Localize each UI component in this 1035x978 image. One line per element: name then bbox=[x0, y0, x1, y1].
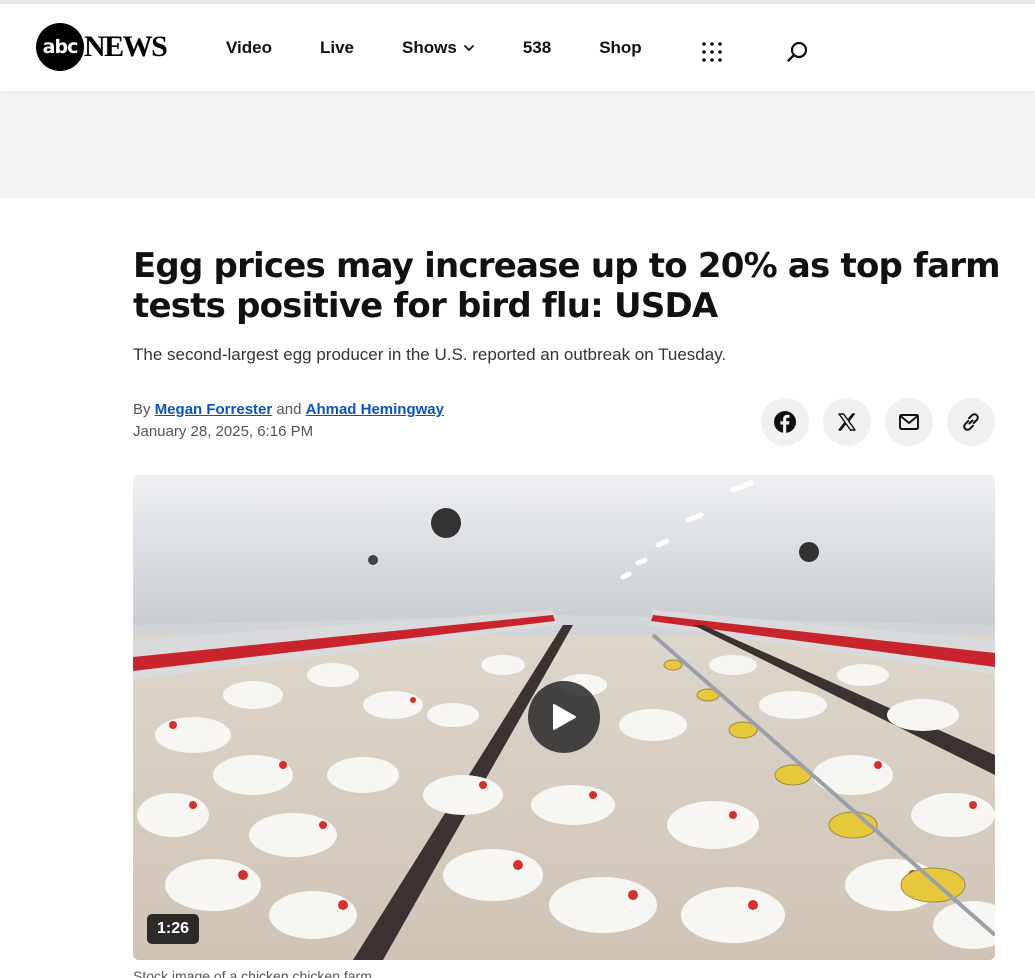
play-button[interactable] bbox=[528, 681, 600, 753]
nav-shows-label: Shows bbox=[402, 37, 457, 57]
share-facebook-button[interactable] bbox=[761, 398, 809, 446]
share-x-button[interactable] bbox=[823, 398, 871, 446]
ad-placeholder bbox=[0, 91, 1035, 198]
article-headline: Egg prices may increase up to 20% as top… bbox=[133, 246, 1001, 326]
nav-video-label: Video bbox=[226, 37, 272, 57]
nav-live-label: Live bbox=[319, 37, 355, 57]
nav-live[interactable]: Live bbox=[320, 38, 354, 58]
publish-date: January 28, 2025, 6:16 PM bbox=[133, 423, 314, 440]
nav-video[interactable]: Video bbox=[226, 38, 272, 58]
author-link-1[interactable]: Megan Forrester bbox=[155, 401, 273, 418]
copy-link-button[interactable] bbox=[947, 398, 995, 446]
play-icon bbox=[553, 704, 576, 730]
abc-news-logo[interactable]: abc NEWS bbox=[36, 23, 168, 71]
email-icon bbox=[899, 414, 919, 430]
byline-and: and bbox=[276, 401, 302, 418]
site-header: abc NEWS Video Live Shows 538 Shop bbox=[0, 4, 1035, 91]
nav-538[interactable]: 538 bbox=[523, 38, 551, 58]
search-icon[interactable] bbox=[786, 40, 810, 64]
article-dek: The second-largest egg producer in the U… bbox=[133, 345, 727, 364]
abc-logo-mark: abc bbox=[36, 23, 84, 71]
chevron-down-icon bbox=[463, 44, 474, 51]
video-player[interactable]: 1:26 bbox=[133, 475, 995, 960]
main-nav: Video Live Shows 538 Shop bbox=[226, 4, 690, 91]
nav-538-label: 538 bbox=[522, 37, 552, 57]
share-bar bbox=[761, 398, 995, 446]
link-icon bbox=[963, 413, 979, 431]
nav-shows[interactable]: Shows bbox=[402, 38, 475, 58]
video-caption: Stock image of a chicken chicken farm bbox=[133, 968, 372, 978]
byline: By Megan Forrester and Ahmad Hemingway bbox=[133, 401, 444, 418]
share-email-button[interactable] bbox=[885, 398, 933, 446]
byline-prefix: By bbox=[133, 401, 151, 418]
video-duration-badge: 1:26 bbox=[147, 914, 200, 944]
news-wordmark: NEWS bbox=[84, 30, 168, 63]
author-link-2[interactable]: Ahmad Hemingway bbox=[306, 401, 444, 418]
nav-shop-label: Shop bbox=[599, 37, 642, 57]
grid-menu-icon[interactable] bbox=[701, 41, 723, 63]
x-icon bbox=[838, 413, 856, 431]
facebook-icon bbox=[774, 411, 796, 433]
nav-shop[interactable]: Shop bbox=[599, 38, 642, 58]
